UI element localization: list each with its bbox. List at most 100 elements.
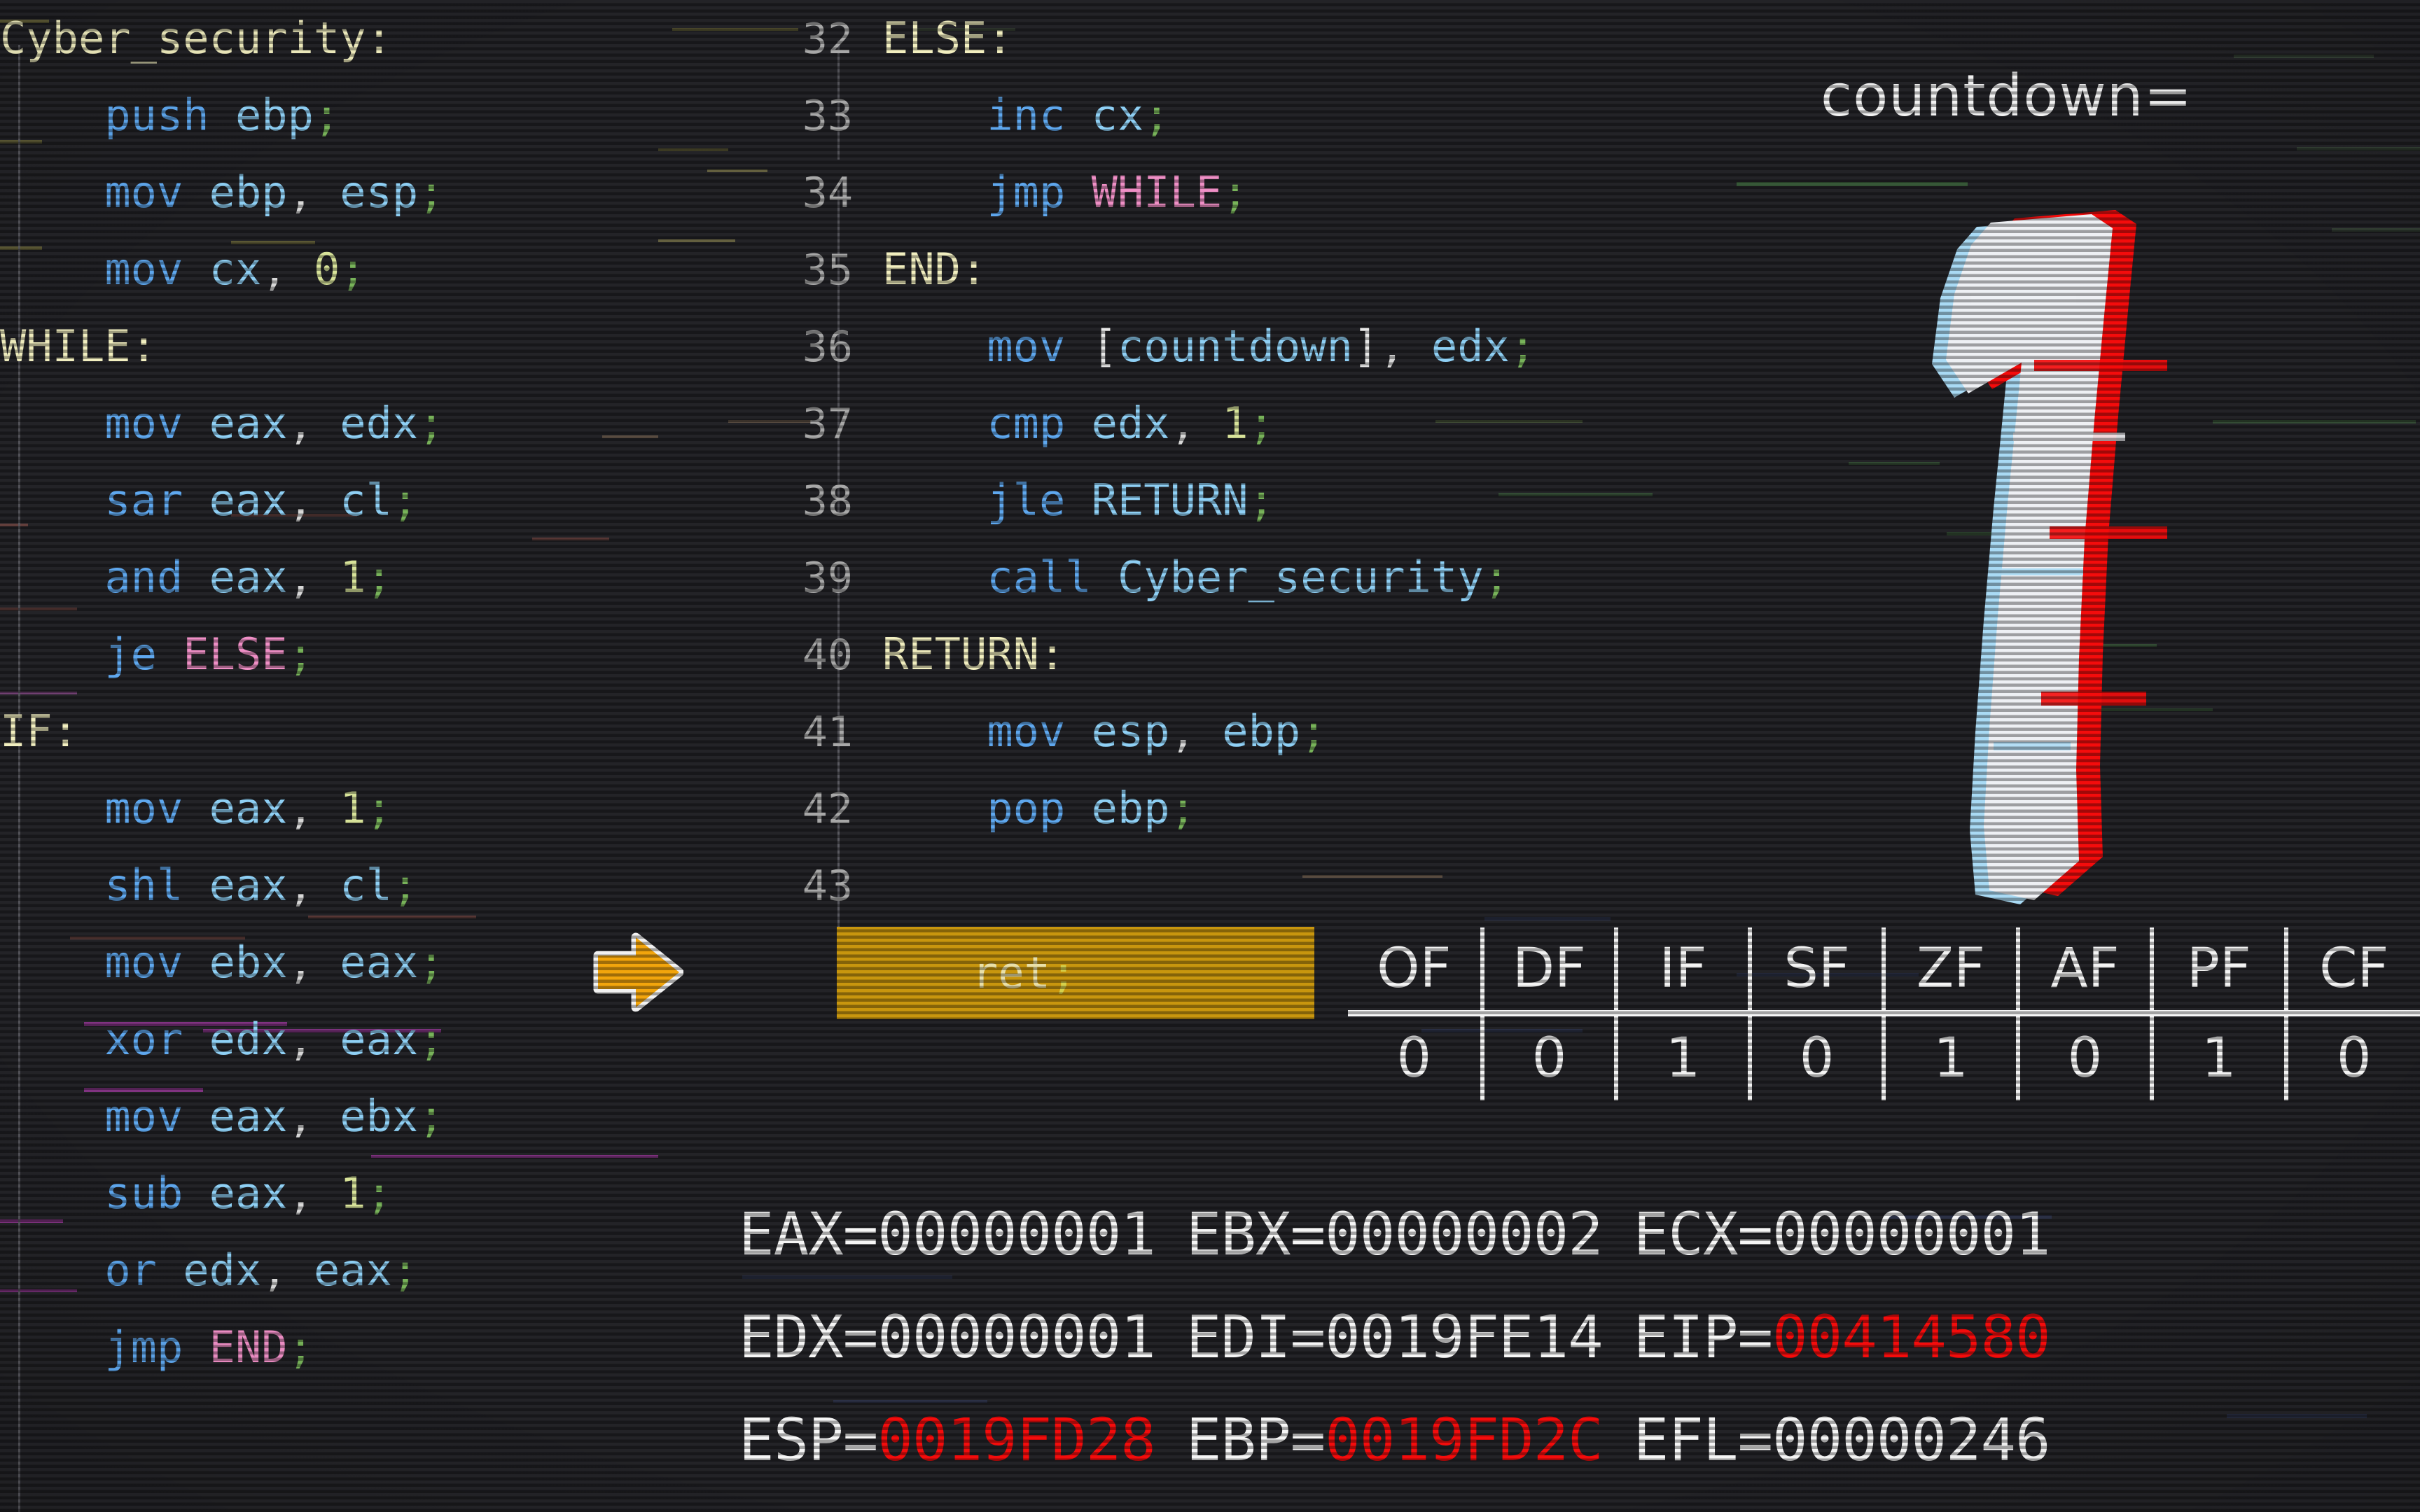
code-token: ] [1352, 321, 1379, 372]
code-token: inc [987, 90, 1092, 141]
code-line[interactable]: 42 pop ebp; [770, 770, 1541, 847]
code-token: [ [1091, 321, 1118, 372]
flag-value-cf: 0 [2283, 1013, 2420, 1100]
exec-mnemonic: ret [972, 947, 1050, 998]
glitch-streak [2227, 1414, 2367, 1418]
code-line[interactable]: mov ebp, esp; [0, 154, 805, 231]
code-line[interactable]: IF: [0, 693, 805, 770]
line-number: 32 [802, 15, 853, 64]
code-token: IF: [0, 706, 78, 757]
code-line[interactable]: jmp END; [0, 1309, 805, 1386]
code-line[interactable]: 33 inc cx; [770, 77, 1541, 154]
flag-value-if: 1 [1614, 1013, 1750, 1100]
code-token: , [261, 244, 288, 295]
register-value: 00414580 [1772, 1303, 2051, 1371]
code-line[interactable]: 34 jmp WHILE; [770, 154, 1541, 231]
register-value: 0019FD28 [877, 1406, 1156, 1474]
code-line[interactable]: WHILE: [0, 308, 805, 385]
code-token: ; [418, 398, 445, 449]
code-line[interactable]: 35 END: [770, 231, 1541, 308]
code-token: cx [1091, 90, 1144, 141]
code-token: , [1169, 706, 1196, 757]
glitch-streak [2234, 55, 2374, 58]
code-line[interactable]: 36 mov [countdown], edx; [770, 308, 1541, 385]
code-token: WHILE: [0, 321, 157, 372]
code-line[interactable]: 39 call Cyber_security; [770, 539, 1541, 616]
code-line[interactable]: 37 cmp edx, 1; [770, 385, 1541, 462]
code-line[interactable]: je ELSE; [0, 616, 805, 693]
line-number: 34 [802, 169, 853, 218]
line-number: 37 [802, 400, 853, 449]
code-line[interactable]: 43 [770, 847, 1541, 924]
code-line[interactable]: 40 RETURN: [770, 616, 1541, 693]
code-line[interactable]: shl eax, cl; [0, 847, 805, 924]
code-line[interactable]: 32 ELSE: [770, 0, 1541, 77]
code-column-left: Cyber_security: push ebp; mov ebp, esp; … [0, 0, 805, 1386]
code-token: cl [340, 860, 392, 911]
register-value: 00000001 [1772, 1200, 2051, 1268]
register-name: EDX= [739, 1303, 878, 1371]
register-value: 00000246 [1772, 1406, 2051, 1474]
register-entry: EAX=00000001 [739, 1183, 1156, 1286]
register-name: EAX= [739, 1200, 878, 1268]
code-line[interactable]: xor edx, eax; [0, 1001, 805, 1078]
code-line[interactable]: sub eax, 1; [0, 1155, 805, 1232]
code-line[interactable]: Cyber_security: [0, 0, 805, 77]
code-line[interactable]: mov ebx, eax; [0, 924, 805, 1001]
code-token: ; [391, 1245, 419, 1296]
code-token: cx [209, 244, 262, 295]
code-line[interactable]: mov cx, 0; [0, 231, 805, 308]
code-token: ebp [235, 90, 314, 141]
code-line[interactable]: or edx, eax; [0, 1232, 805, 1309]
code-token: pop [987, 783, 1092, 834]
code-line[interactable]: push ebp; [0, 77, 805, 154]
code-token: eax [313, 1245, 392, 1296]
register-name: ESP= [739, 1406, 878, 1474]
flag-name-if: IF [1614, 927, 1750, 1016]
flag-name-af: AF [2015, 927, 2153, 1016]
code-token: , [1379, 321, 1405, 372]
code-token: sub [104, 1168, 209, 1219]
register-name: EBX= [1185, 1200, 1326, 1268]
code-token: , [287, 937, 314, 988]
code-line[interactable]: sar eax, cl; [0, 462, 805, 539]
flag-value-sf: 0 [1747, 1013, 1884, 1100]
code-token: END: [882, 244, 987, 295]
code-line[interactable]: and eax, 1; [0, 539, 805, 616]
code-token: RETURN: [882, 629, 1066, 680]
register-value: 00000001 [877, 1200, 1156, 1268]
code-line[interactable]: 38 jle RETURN; [770, 462, 1541, 539]
code-token: ; [287, 1322, 314, 1373]
debugger-screen: Cyber_security: push ebp; mov ebp, esp; … [0, 0, 2420, 1512]
code-token: ; [1169, 783, 1196, 834]
line-number: 36 [802, 323, 853, 372]
code-line[interactable]: mov eax, ebx; [0, 1078, 805, 1155]
register-entry: ECX=00000001 [1633, 1183, 2051, 1286]
execution-pointer-arrow-icon [592, 927, 684, 1017]
code-line[interactable]: 41 mov esp, ebp; [770, 693, 1541, 770]
code-token: ; [1483, 552, 1510, 603]
code-token: call [987, 552, 1118, 603]
glitch-streak [2332, 228, 2420, 232]
flag-name-of: OF [1348, 927, 1482, 1016]
code-token: ebp [1222, 706, 1301, 757]
register-name: EDI= [1185, 1303, 1326, 1371]
countdown-value-glyph [1929, 210, 2167, 910]
code-token: , [287, 552, 314, 603]
register-entry: EIP=00414580 [1634, 1286, 2051, 1389]
code-line[interactable]: mov eax, 1; [0, 770, 805, 847]
code-line[interactable]: mov eax, edx; [0, 385, 805, 462]
flag-value-zf: 1 [1882, 1013, 2018, 1100]
register-name: ECX= [1633, 1200, 1773, 1268]
code-token: esp [340, 167, 419, 218]
code-token: ; [366, 1168, 392, 1219]
code-token: mov [987, 321, 1092, 372]
code-token: eax [209, 860, 288, 911]
